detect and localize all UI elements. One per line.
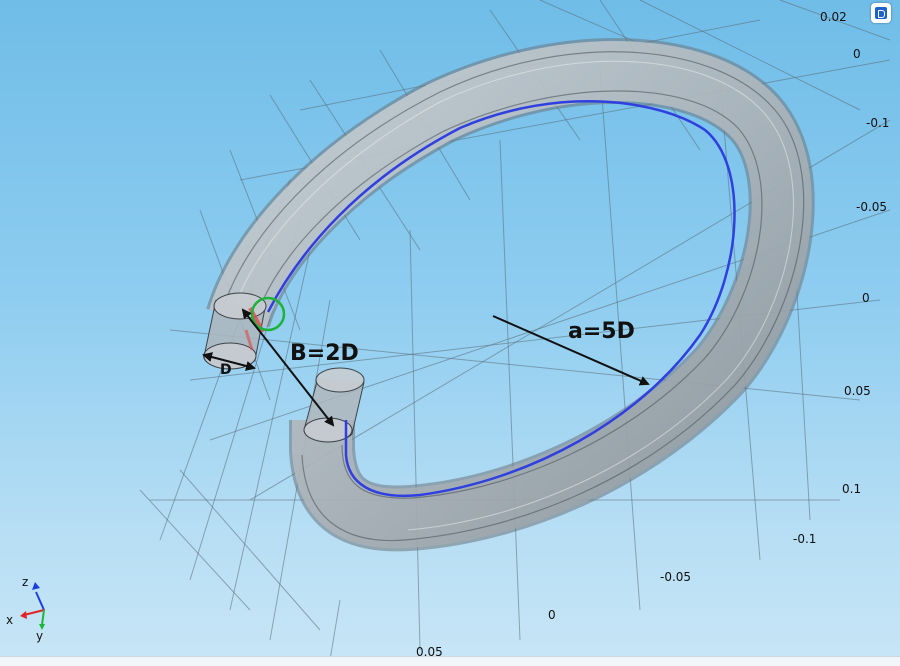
tick-right-6: 0.1 (842, 482, 861, 496)
tick-right-1: 0 (853, 47, 861, 61)
diameter-label: D (220, 362, 232, 378)
tick-bottom-1: -0.05 (660, 570, 691, 584)
triad-x-label: x (6, 613, 13, 627)
tick-bottom-0: -0.1 (793, 532, 816, 546)
tick-right-3: -0.05 (856, 200, 887, 214)
status-bar (0, 656, 900, 666)
coordinate-triad: z x y (6, 575, 45, 643)
graphics-viewport[interactable]: a=5D B=2D D 0.02 0 -0.1 -0.05 0 0.05 0.1… (0, 0, 900, 666)
tick-right-4: 0 (862, 291, 870, 305)
gap-arrow (241, 308, 335, 427)
scene-canvas[interactable]: a=5D B=2D D 0.02 0 -0.1 -0.05 0 0.05 0.1… (0, 0, 900, 666)
gap-label: B=2D (290, 341, 359, 366)
triad-z-label: z (22, 575, 28, 589)
helical-coil-tube[interactable] (206, 38, 815, 552)
tick-right-5: 0.05 (844, 384, 871, 398)
triad-y-label: y (36, 629, 43, 643)
radius-label: a=5D (568, 319, 635, 344)
tick-right-2: -0.1 (866, 116, 889, 130)
app-logo-icon[interactable] (871, 3, 891, 23)
tick-bottom-2: 0 (548, 608, 556, 622)
tick-right-0: 0.02 (820, 10, 847, 24)
